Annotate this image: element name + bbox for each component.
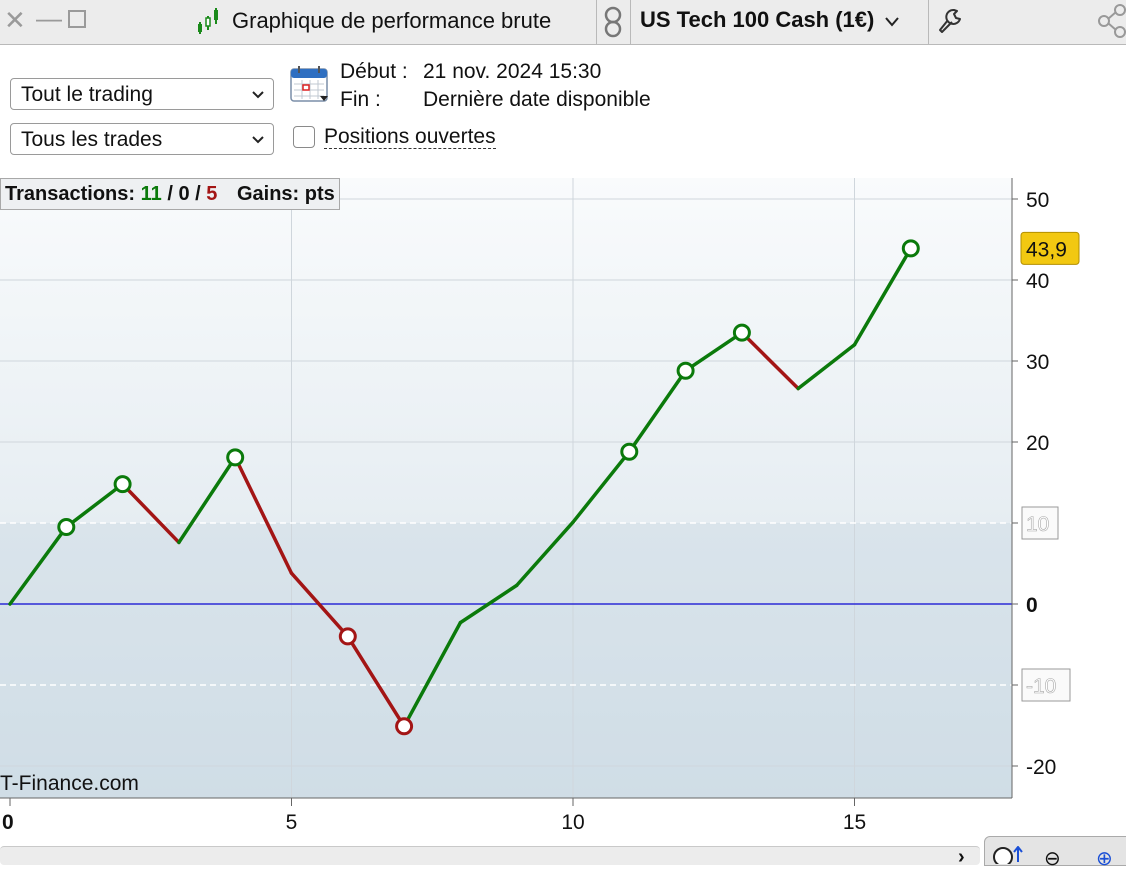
calendar-icon[interactable] bbox=[290, 64, 330, 104]
y-tick-label: -10 bbox=[1026, 675, 1056, 698]
scroll-right-arrow[interactable]: › bbox=[958, 846, 965, 869]
chevron-down-icon bbox=[252, 91, 264, 99]
trade-marker bbox=[395, 717, 414, 736]
transactions-summary: Transactions: 11 / 0 / 5 Gains: pts bbox=[0, 178, 340, 210]
trade-marker bbox=[113, 475, 132, 494]
watermark: T-Finance.com bbox=[0, 772, 139, 795]
start-value: 21 nov. 2024 15:30 bbox=[423, 60, 602, 83]
wins-count: 11 bbox=[140, 183, 162, 205]
chevron-down-icon bbox=[252, 136, 264, 144]
y-tick-label: -20 bbox=[1026, 756, 1056, 779]
chart-title: Graphique de performance brute bbox=[232, 8, 552, 33]
maximize-icon[interactable] bbox=[68, 10, 86, 28]
title-bar: ✕ — Graphique de performance brute US Te… bbox=[0, 0, 1126, 45]
candlestick-icon bbox=[198, 8, 218, 34]
start-label: Début : bbox=[340, 60, 408, 83]
x-tick-label: 5 bbox=[286, 811, 298, 834]
link-icon[interactable] bbox=[603, 6, 623, 38]
y-tick-label: 50 bbox=[1026, 189, 1049, 212]
transactions-label: Transactions: bbox=[5, 183, 136, 205]
horizontal-scrollbar[interactable] bbox=[0, 846, 980, 865]
separator bbox=[928, 0, 929, 44]
trades-select[interactable]: Tous les trades bbox=[10, 123, 274, 155]
open-positions-label[interactable]: Positions ouvertes bbox=[324, 126, 496, 149]
lower-band bbox=[0, 523, 1012, 798]
open-positions-checkbox[interactable] bbox=[293, 126, 315, 148]
x-tick-label: 0 bbox=[2, 811, 14, 834]
close-icon[interactable]: ✕ bbox=[4, 6, 26, 34]
scope-select-value: Tout le trading bbox=[21, 83, 153, 106]
gains-label: Gains: pts bbox=[236, 183, 335, 205]
zoom-fit-icon[interactable] bbox=[992, 846, 1026, 864]
end-value: Dernière date disponible bbox=[423, 88, 651, 111]
trade-marker bbox=[57, 518, 76, 537]
end-label: Fin : bbox=[340, 88, 381, 111]
trades-select-value: Tous les trades bbox=[21, 128, 163, 151]
trade-marker bbox=[732, 323, 751, 342]
trade-marker bbox=[338, 627, 357, 646]
y-tick-label: 10 bbox=[1026, 513, 1049, 536]
equity-chart: 50403020100-10-2043,9 0 5 10 15 bbox=[0, 178, 1080, 834]
wrench-icon[interactable] bbox=[936, 6, 966, 36]
chevron-down-icon bbox=[885, 17, 899, 27]
separator bbox=[630, 0, 631, 44]
last-value-label: 43,9 bbox=[1026, 238, 1067, 261]
minimize-icon[interactable]: — bbox=[36, 4, 62, 32]
instrument-label: US Tech 100 Cash (1€) bbox=[640, 7, 875, 32]
count-separator: / bbox=[195, 183, 201, 205]
x-tick-label: 15 bbox=[843, 811, 866, 834]
x-tick-label: 10 bbox=[561, 811, 584, 834]
neutral-count: 0 bbox=[178, 183, 190, 205]
trade-marker bbox=[226, 448, 245, 467]
losses-count: 5 bbox=[206, 183, 218, 205]
trade-marker bbox=[620, 442, 639, 461]
y-tick-label: 40 bbox=[1026, 270, 1049, 293]
separator bbox=[596, 0, 597, 44]
share-icon[interactable] bbox=[1096, 4, 1126, 38]
y-tick-label: 30 bbox=[1026, 351, 1049, 374]
y-tick-label: 0 bbox=[1026, 594, 1038, 617]
trade-marker bbox=[901, 239, 920, 258]
zoom-in-button[interactable]: ⊕ bbox=[1096, 846, 1113, 871]
scope-select[interactable]: Tout le trading bbox=[10, 78, 274, 110]
zoom-out-button[interactable]: ⊖ bbox=[1044, 846, 1061, 871]
y-tick-label: 20 bbox=[1026, 432, 1049, 455]
trade-marker bbox=[676, 361, 695, 380]
count-separator: / bbox=[167, 183, 173, 205]
instrument-selector[interactable]: US Tech 100 Cash (1€) bbox=[640, 7, 899, 33]
